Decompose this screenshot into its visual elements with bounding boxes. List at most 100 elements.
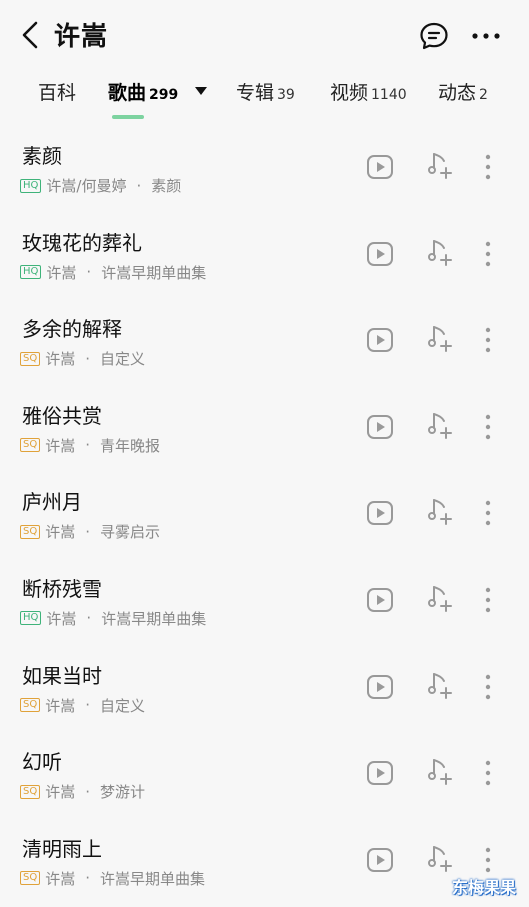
song-title: 雅俗共赏 bbox=[22, 403, 102, 428]
add-to-playlist-icon[interactable] bbox=[428, 498, 454, 528]
play-video-icon[interactable] bbox=[366, 500, 394, 526]
play-video-icon[interactable] bbox=[366, 327, 394, 353]
song-more-icon[interactable] bbox=[480, 585, 496, 615]
add-to-playlist-icon[interactable] bbox=[428, 239, 454, 269]
tab-label: 百科 bbox=[38, 82, 77, 104]
song-title: 清明雨上 bbox=[22, 836, 102, 861]
song-artist: 许嵩 bbox=[45, 436, 76, 455]
quality-badge: SQ bbox=[20, 698, 41, 713]
tab-albums[interactable]: 专辑 39 bbox=[236, 78, 295, 105]
song-row[interactable]: 幻听 SQ 许嵩 · 梦游计 bbox=[0, 734, 529, 821]
tab-label: 动态 bbox=[438, 82, 477, 104]
song-row[interactable]: 玫瑰花的葬礼 HQ 许嵩 · 许嵩早期单曲集 bbox=[0, 215, 529, 302]
song-title: 幻听 bbox=[22, 750, 62, 775]
add-to-playlist-icon[interactable] bbox=[428, 845, 454, 875]
song-album: 许嵩早期单曲集 bbox=[101, 263, 207, 282]
song-album: 梦游计 bbox=[100, 783, 146, 802]
tab-count: 39 bbox=[277, 87, 295, 103]
play-video-icon[interactable] bbox=[366, 154, 394, 180]
add-to-playlist-icon[interactable] bbox=[428, 758, 454, 788]
song-row[interactable]: 素颜 HQ 许嵩/何曼婷 · 素颜 bbox=[0, 128, 529, 215]
tab-label: 专辑 bbox=[236, 82, 275, 104]
tab-count: 2 bbox=[479, 87, 488, 103]
song-album: 素颜 bbox=[151, 177, 182, 195]
page-title: 许嵩 bbox=[54, 22, 109, 52]
song-row[interactable]: 多余的解释 SQ 许嵩 · 自定义 bbox=[0, 301, 529, 388]
tab-count: 299 bbox=[149, 87, 179, 103]
back-arrow-icon[interactable] bbox=[16, 18, 46, 52]
song-album: 自定义 bbox=[100, 696, 146, 715]
song-meta: SQ 许嵩 · 梦游计 bbox=[20, 781, 145, 802]
quality-badge: SQ bbox=[20, 351, 41, 366]
more-options-icon[interactable] bbox=[470, 22, 502, 50]
song-more-icon[interactable] bbox=[480, 672, 496, 702]
song-more-icon[interactable] bbox=[480, 845, 496, 875]
song-meta: SQ 许嵩 · 许嵩早期单曲集 bbox=[20, 868, 205, 889]
active-tab-indicator bbox=[112, 115, 144, 119]
add-to-playlist-icon[interactable] bbox=[428, 672, 454, 702]
quality-badge: HQ bbox=[20, 265, 42, 280]
song-more-icon[interactable] bbox=[480, 325, 496, 355]
play-video-icon[interactable] bbox=[366, 414, 394, 440]
play-video-icon[interactable] bbox=[366, 847, 394, 873]
watermark-text: 东梅果果 bbox=[452, 878, 517, 897]
quality-badge: SQ bbox=[20, 524, 41, 539]
song-row[interactable]: 如果当时 SQ 许嵩 · 自定义 bbox=[0, 648, 529, 735]
comment-icon[interactable] bbox=[418, 20, 450, 52]
play-video-icon[interactable] bbox=[366, 674, 394, 700]
song-title: 素颜 bbox=[22, 144, 62, 168]
song-more-icon[interactable] bbox=[480, 412, 496, 442]
add-to-playlist-icon[interactable] bbox=[428, 585, 454, 615]
song-artist: 许嵩 bbox=[46, 609, 77, 628]
tab-wiki[interactable]: 百科 bbox=[38, 78, 76, 105]
song-artist: 许嵩 bbox=[45, 869, 76, 888]
song-more-icon[interactable] bbox=[480, 758, 496, 788]
quality-badge: SQ bbox=[20, 871, 41, 886]
add-to-playlist-icon[interactable] bbox=[428, 152, 454, 182]
quality-badge: HQ bbox=[20, 178, 42, 193]
tab-songs[interactable]: 歌曲 299 bbox=[108, 78, 178, 105]
song-album: 许嵩早期单曲集 bbox=[101, 609, 207, 628]
tab-count: 1140 bbox=[371, 87, 407, 103]
play-video-icon[interactable] bbox=[366, 587, 394, 613]
add-to-playlist-icon[interactable] bbox=[428, 325, 454, 355]
quality-badge: SQ bbox=[20, 438, 41, 453]
song-meta: HQ 许嵩/何曼婷 · 素颜 bbox=[20, 175, 181, 196]
song-more-icon[interactable] bbox=[480, 498, 496, 528]
add-to-playlist-icon[interactable] bbox=[428, 412, 454, 442]
separator-dot: · bbox=[85, 349, 91, 368]
song-meta: SQ 许嵩 · 自定义 bbox=[20, 695, 145, 716]
song-more-icon[interactable] bbox=[480, 239, 496, 269]
song-row[interactable]: 雅俗共赏 SQ 许嵩 · 青年晚报 bbox=[0, 388, 529, 475]
top-bar: 许嵩 bbox=[0, 0, 529, 70]
separator-dot: · bbox=[85, 782, 91, 801]
tab-moments[interactable]: 动态 2 bbox=[438, 78, 488, 105]
song-more-icon[interactable] bbox=[480, 152, 496, 182]
dropdown-triangle-icon[interactable] bbox=[194, 86, 208, 96]
song-album: 许嵩早期单曲集 bbox=[100, 869, 206, 888]
song-title: 断桥残雪 bbox=[22, 576, 102, 601]
song-row[interactable]: 清明雨上 SQ 许嵩 · 许嵩早期单曲集 bbox=[0, 821, 529, 907]
song-artist: 许嵩 bbox=[45, 523, 76, 542]
song-artist: 许嵩 bbox=[45, 696, 76, 715]
play-video-icon[interactable] bbox=[366, 760, 394, 786]
tab-videos[interactable]: 视频 1140 bbox=[330, 78, 407, 105]
tab-label: 歌曲 bbox=[108, 82, 147, 104]
song-album: 寻雾启示 bbox=[100, 523, 161, 542]
play-video-icon[interactable] bbox=[366, 241, 394, 267]
song-title: 玫瑰花的葬礼 bbox=[22, 230, 142, 255]
tab-label: 视频 bbox=[330, 82, 369, 104]
separator-dot: · bbox=[136, 176, 142, 195]
song-row[interactable]: 庐州月 SQ 许嵩 · 寻雾启示 bbox=[0, 474, 529, 561]
song-row[interactable]: 断桥残雪 HQ 许嵩 · 许嵩早期单曲集 bbox=[0, 561, 529, 648]
song-list: 素颜 HQ 许嵩/何曼婷 · 素颜 玫瑰花的葬礼 HQ 许嵩 · 许嵩早期单曲集 多余的解释 SQ 许嵩… bbox=[0, 128, 529, 907]
separator-dot: · bbox=[85, 869, 91, 888]
song-album: 青年晚报 bbox=[100, 436, 161, 455]
song-artist: 许嵩 bbox=[45, 783, 76, 802]
separator-dot: · bbox=[85, 522, 91, 541]
song-title: 如果当时 bbox=[22, 663, 102, 688]
song-meta: SQ 许嵩 · 寻雾启示 bbox=[20, 521, 160, 542]
quality-badge: HQ bbox=[20, 611, 42, 626]
song-title: 庐州月 bbox=[22, 490, 82, 515]
song-artist: 许嵩/何曼婷 bbox=[46, 177, 127, 195]
